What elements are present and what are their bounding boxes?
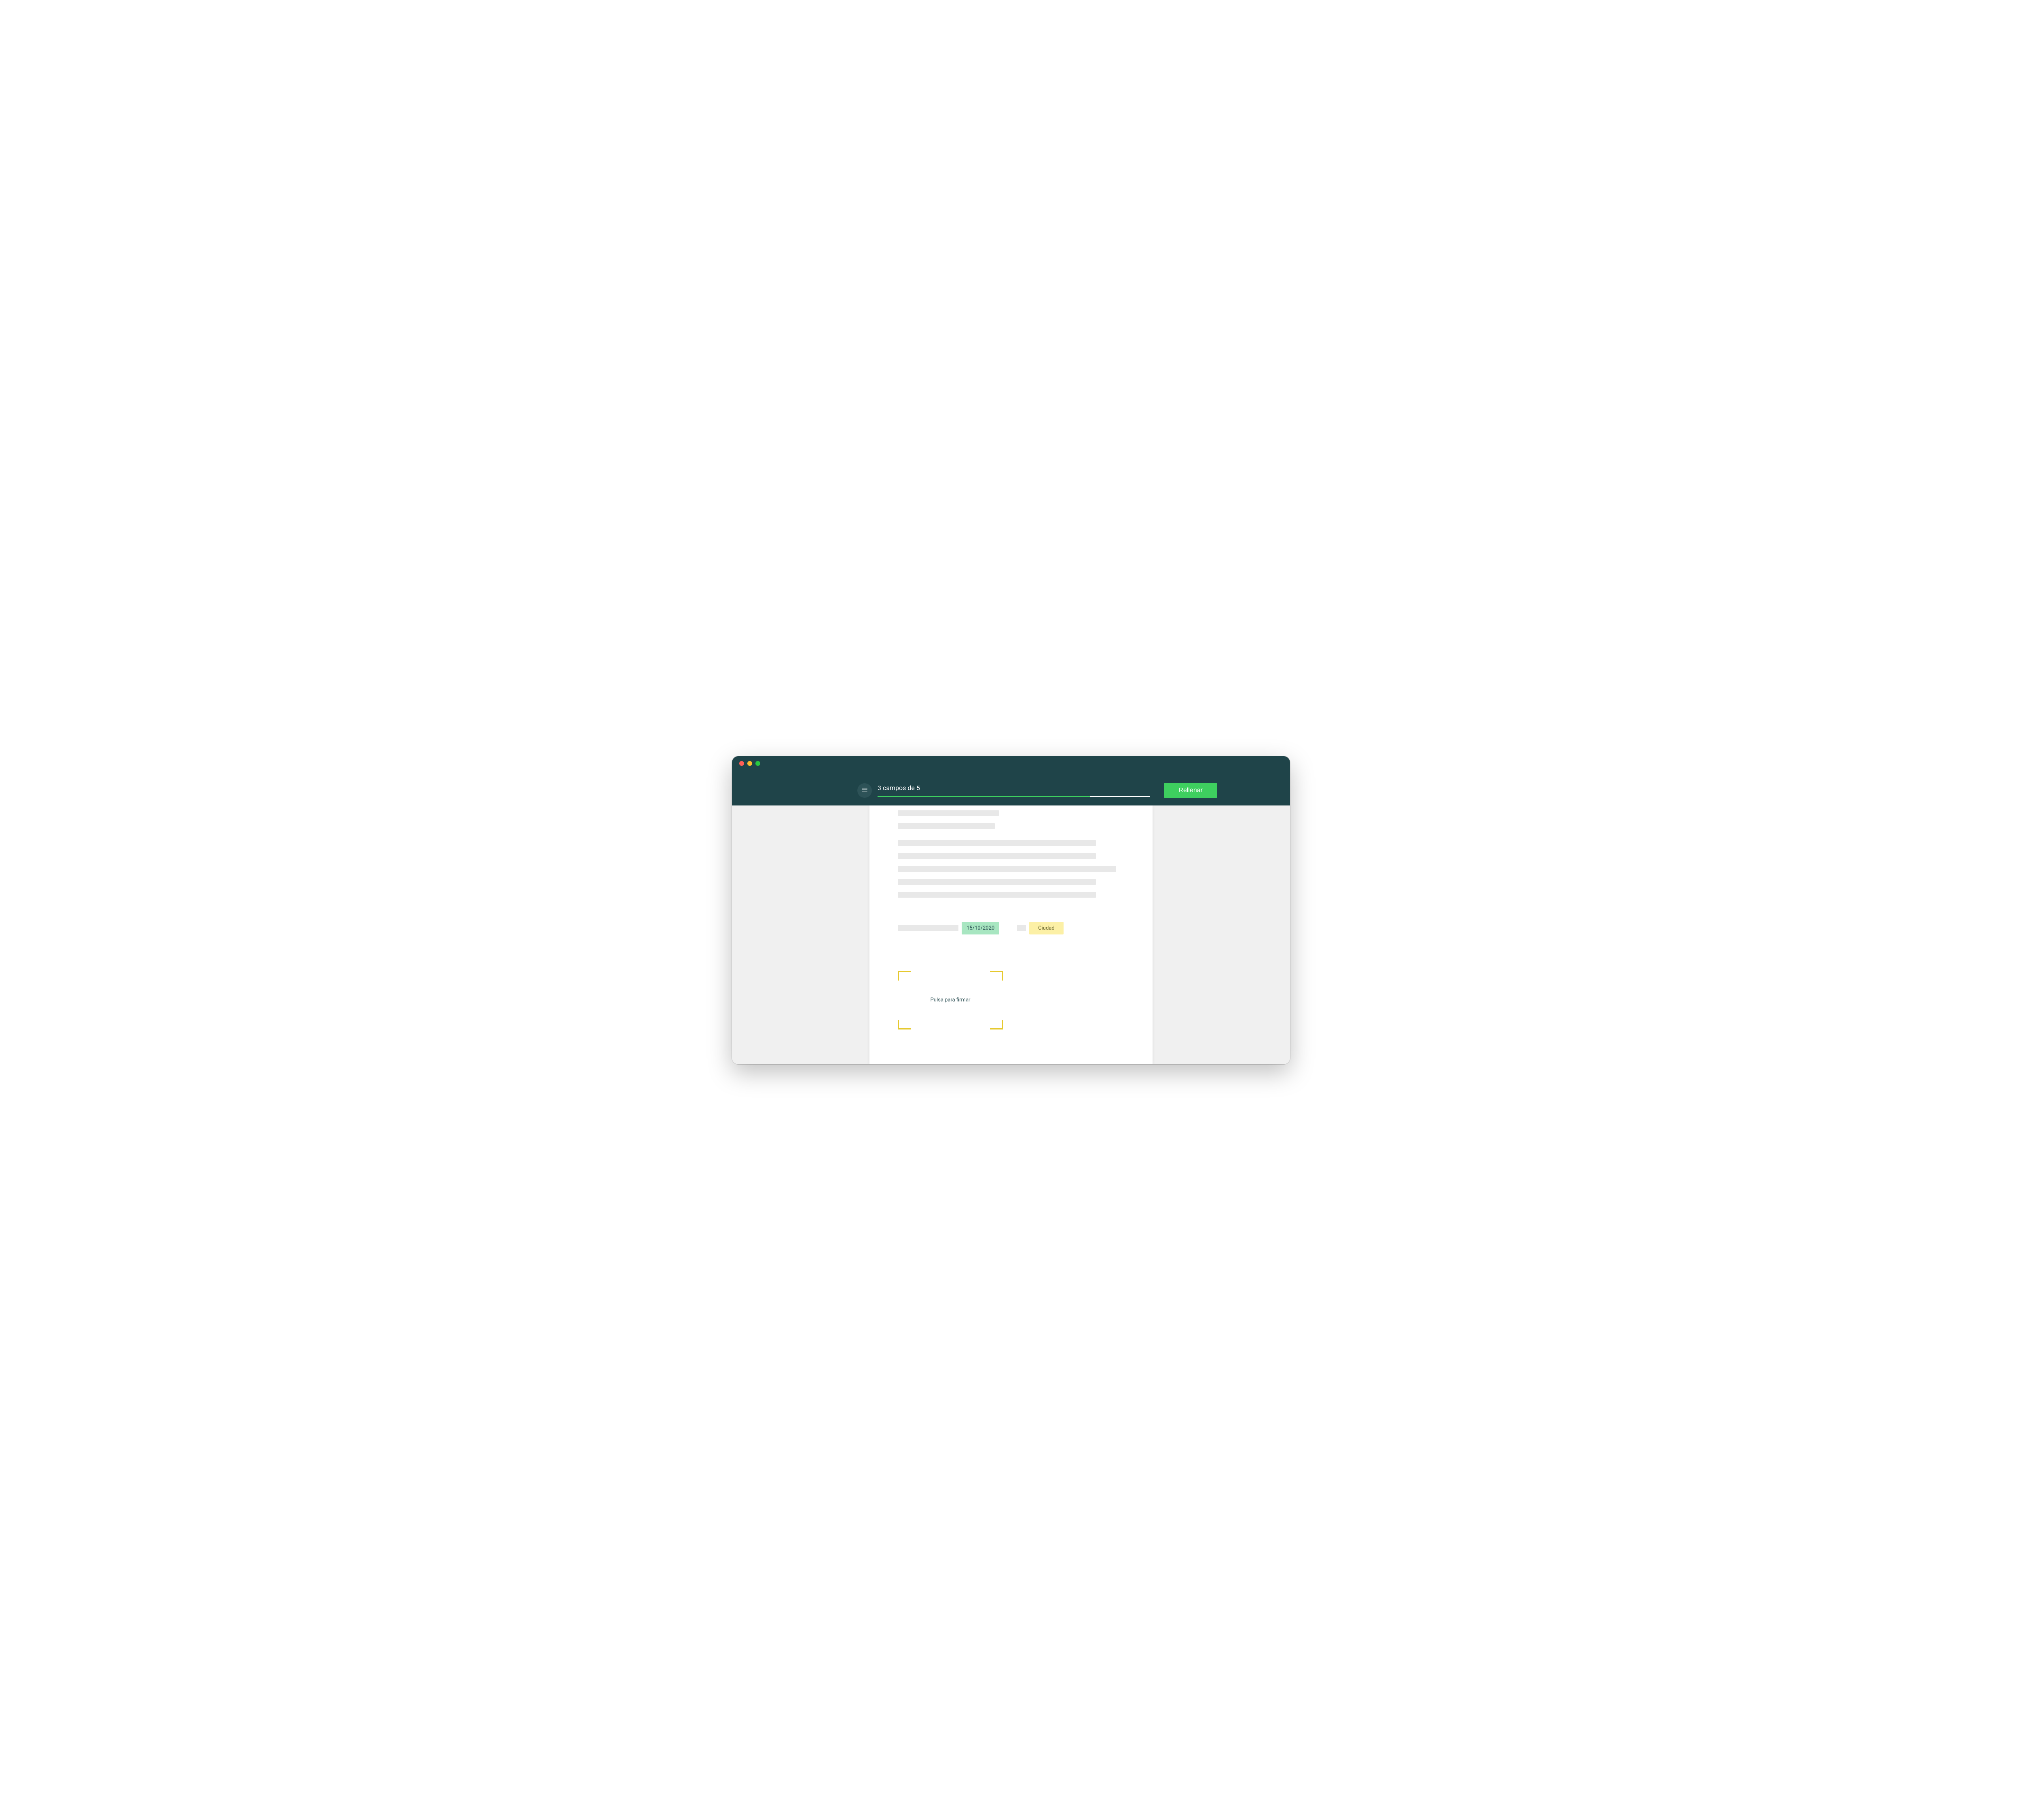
maximize-window-button[interactable] — [755, 761, 760, 766]
progress-label: 3 campos de 5 — [878, 784, 1150, 792]
text-placeholder-line — [898, 840, 1096, 846]
text-placeholder-line — [898, 823, 995, 829]
form-field-row: 15/10/2020 Ciudad — [898, 922, 1124, 934]
progress-fill — [878, 796, 1090, 797]
window-titlebar — [732, 756, 1290, 771]
progress-container: 3 campos de 5 — [878, 784, 1150, 797]
minimize-window-button[interactable] — [747, 761, 752, 766]
content-area: 15/10/2020 Ciudad Pulsa para firmar — [732, 805, 1290, 1064]
text-placeholder-line — [898, 853, 1096, 859]
document-page: 15/10/2020 Ciudad Pulsa para firmar — [869, 805, 1153, 1064]
text-placeholder-line — [898, 892, 1096, 898]
corner-bracket-icon — [898, 971, 911, 981]
text-placeholder-line — [898, 879, 1096, 885]
hamburger-icon — [861, 786, 868, 795]
date-field[interactable]: 15/10/2020 — [962, 922, 999, 934]
text-placeholder-line — [898, 810, 999, 816]
close-window-button[interactable] — [739, 761, 744, 766]
app-window: 3 campos de 5 Rellenar 15/10/2020 Ci — [732, 756, 1290, 1064]
signature-prompt-text: Pulsa para firmar — [931, 997, 971, 1003]
text-placeholder-line — [898, 866, 1116, 872]
corner-bracket-icon — [990, 1020, 1003, 1029]
signature-field[interactable]: Pulsa para firmar — [898, 971, 1003, 1029]
fill-button[interactable]: Rellenar — [1164, 783, 1217, 798]
app-header: 3 campos de 5 Rellenar — [732, 771, 1290, 805]
corner-bracket-icon — [898, 1020, 911, 1029]
field-label-placeholder — [1017, 925, 1026, 931]
menu-button[interactable] — [857, 783, 872, 798]
field-label-placeholder — [898, 925, 958, 931]
progress-track — [878, 796, 1150, 797]
corner-bracket-icon — [990, 971, 1003, 981]
city-field[interactable]: Ciudad — [1029, 922, 1064, 934]
